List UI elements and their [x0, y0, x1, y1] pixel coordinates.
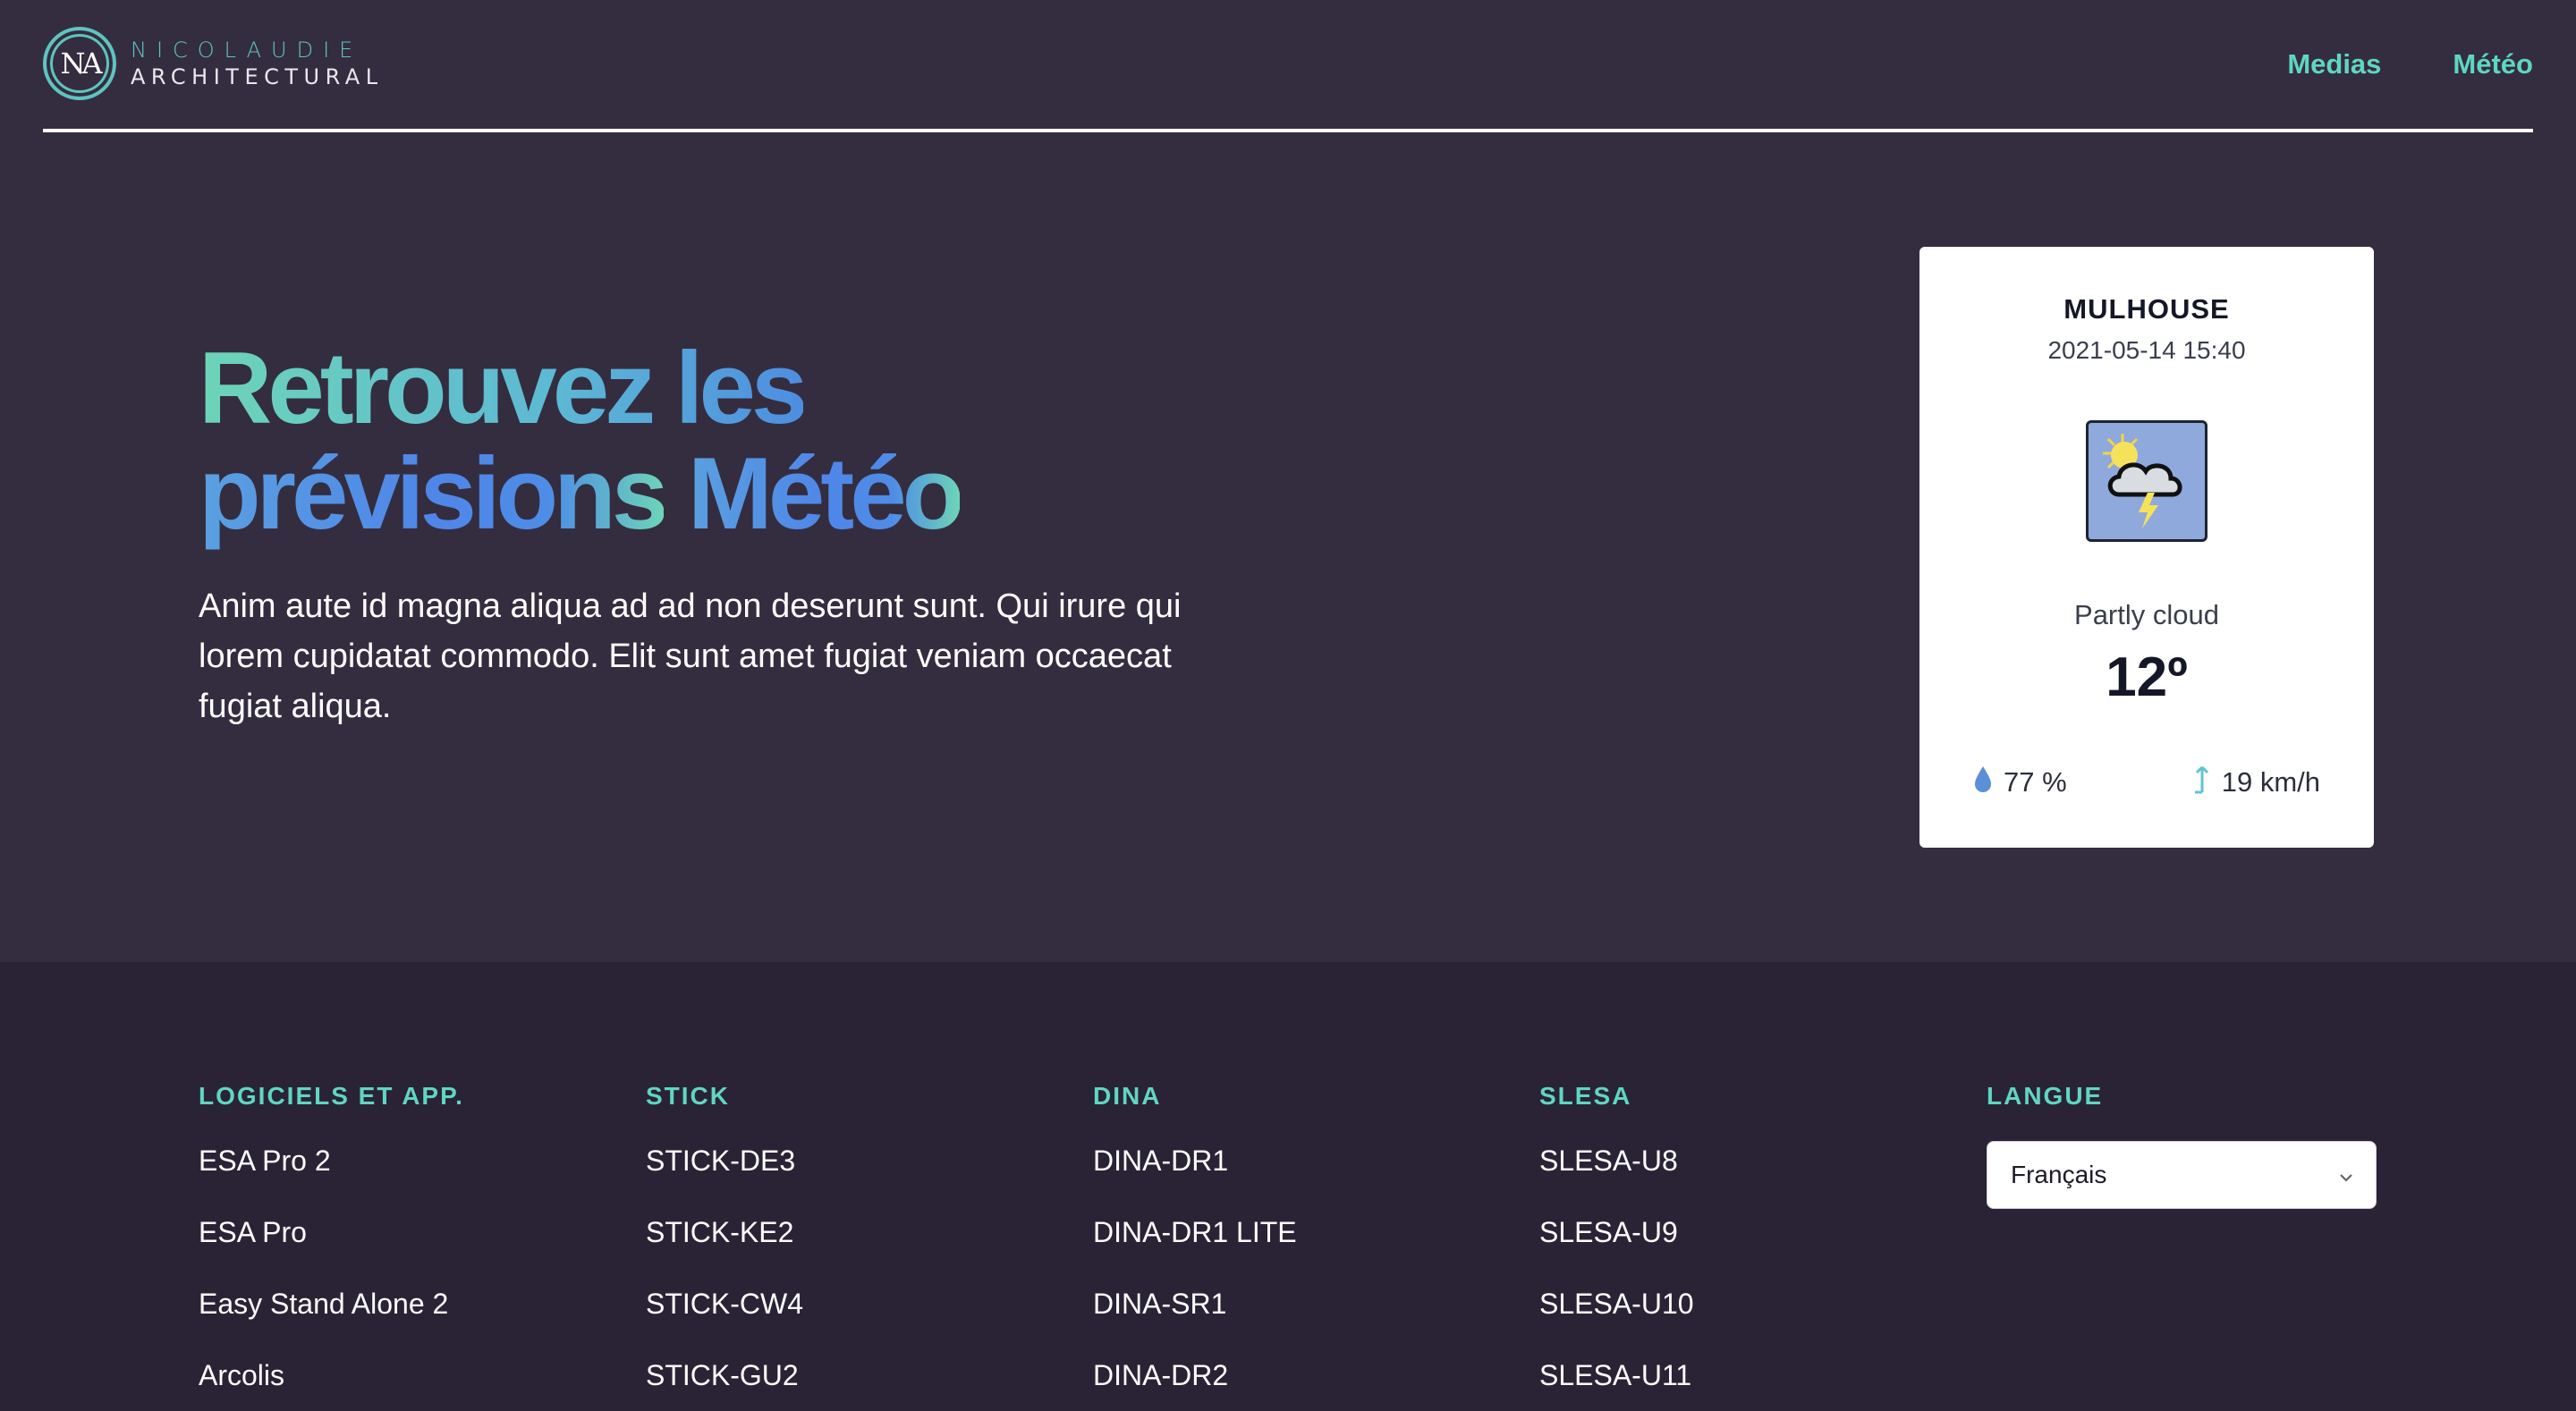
- footer-link[interactable]: DINA-DR1: [1093, 1145, 1297, 1216]
- footer-column-title: SLESA: [1539, 1082, 1632, 1110]
- weather-temperature: 12º: [2106, 646, 2188, 708]
- weather-datetime: 2021-05-14 15:40: [2047, 336, 2246, 364]
- language-selected-value: Français: [2011, 1161, 2107, 1188]
- footer-link[interactable]: SLESA-U11: [1539, 1359, 1694, 1411]
- footer-column-title: LANGUE: [1987, 1082, 2104, 1110]
- partly-cloudy-thunder-icon: [2086, 420, 2207, 542]
- footer-link[interactable]: ESA Pro 2: [199, 1145, 464, 1216]
- hero-title-line-2b: Météo: [687, 437, 964, 551]
- logo-monogram: NA: [60, 46, 102, 80]
- weather-wind: 19 km/h: [2191, 764, 2320, 801]
- water-drop-icon: [1973, 765, 1993, 800]
- weather-humidity: 77 %: [1973, 764, 2067, 801]
- hero-description: Anim aute id magna aliqua ad ad non dese…: [199, 587, 1182, 725]
- main-nav: Medias Météo: [2287, 48, 2533, 80]
- footer-link[interactable]: Easy Stand Alone 2: [199, 1288, 464, 1359]
- site-footer: LOGICIELS ET APP. ESA Pro 2 ESA Pro Easy…: [0, 962, 2576, 1411]
- logo-line-2: ARCHITECTURAL: [131, 64, 384, 89]
- logo-line-1: NICOLAUDIE: [131, 38, 363, 63]
- footer-link[interactable]: DINA-SR1: [1093, 1288, 1297, 1359]
- footer-link[interactable]: SLESA-U8: [1539, 1145, 1694, 1216]
- footer-link[interactable]: STICK-DE3: [646, 1145, 803, 1216]
- weather-wind-value: 19 km/h: [2221, 766, 2320, 798]
- footer-link[interactable]: STICK-CW4: [646, 1288, 803, 1359]
- footer-link[interactable]: DINA-DR1 LITE: [1093, 1216, 1297, 1288]
- nav-meteo[interactable]: Météo: [2453, 48, 2533, 80]
- footer-link[interactable]: SLESA-U10: [1539, 1288, 1694, 1359]
- footer-column-language: LANGUE Français: [1987, 1082, 2377, 1209]
- weather-condition: Partly cloud: [2074, 599, 2219, 630]
- logo-wordmark: NICOLAUDIE ARCHITECTURAL: [131, 39, 384, 88]
- footer-column-title: STICK: [646, 1082, 730, 1110]
- weather-city: MULHOUSE: [2063, 293, 2230, 325]
- weather-card: MULHOUSE 2021-05-14 15:40 Partly cloud 1…: [1919, 247, 2374, 848]
- hero-title-line-2a: prévisions: [199, 437, 668, 551]
- footer-column-title: DINA: [1093, 1082, 1162, 1110]
- logo[interactable]: NA NICOLAUDIE ARCHITECTURAL: [43, 27, 384, 100]
- footer-link[interactable]: STICK-KE2: [646, 1216, 803, 1288]
- footer-link[interactable]: DINA-DR2: [1093, 1359, 1297, 1411]
- weather-humidity-value: 77 %: [2004, 766, 2067, 798]
- footer-link[interactable]: SLESA-U9: [1539, 1216, 1694, 1288]
- logo-mark: NA: [43, 27, 116, 100]
- hero-title-line-1: Retrouvez les: [199, 332, 808, 445]
- footer-link[interactable]: STICK-GU2: [646, 1359, 803, 1411]
- nav-medias[interactable]: Medias: [2287, 48, 2381, 80]
- footer-column-title: LOGICIELS ET APP.: [199, 1082, 464, 1110]
- footer-column-stick: STICK STICK-DE3 STICK-KE2 STICK-CW4 STIC…: [646, 1082, 803, 1411]
- wind-direction-icon: [2191, 764, 2211, 801]
- site-header: NA NICOLAUDIE ARCHITECTURAL Medias Météo: [43, 0, 2533, 132]
- hero-title: Retrouvez les prévisions Météo: [199, 336, 1361, 547]
- footer-link[interactable]: Arcolis: [199, 1359, 464, 1411]
- footer-column-dina: DINA DINA-DR1 DINA-DR1 LITE DINA-SR1 DIN…: [1093, 1082, 1297, 1411]
- footer-column-software: LOGICIELS ET APP. ESA Pro 2 ESA Pro Easy…: [199, 1082, 464, 1411]
- weather-stats: 77 % 19 km/h: [1973, 764, 2320, 801]
- language-select[interactable]: Français: [1987, 1141, 2377, 1209]
- chevron-down-icon: [2338, 1163, 2354, 1182]
- footer-link[interactable]: ESA Pro: [199, 1216, 464, 1288]
- footer-column-slesa: SLESA SLESA-U8 SLESA-U9 SLESA-U10 SLESA-…: [1539, 1082, 1694, 1411]
